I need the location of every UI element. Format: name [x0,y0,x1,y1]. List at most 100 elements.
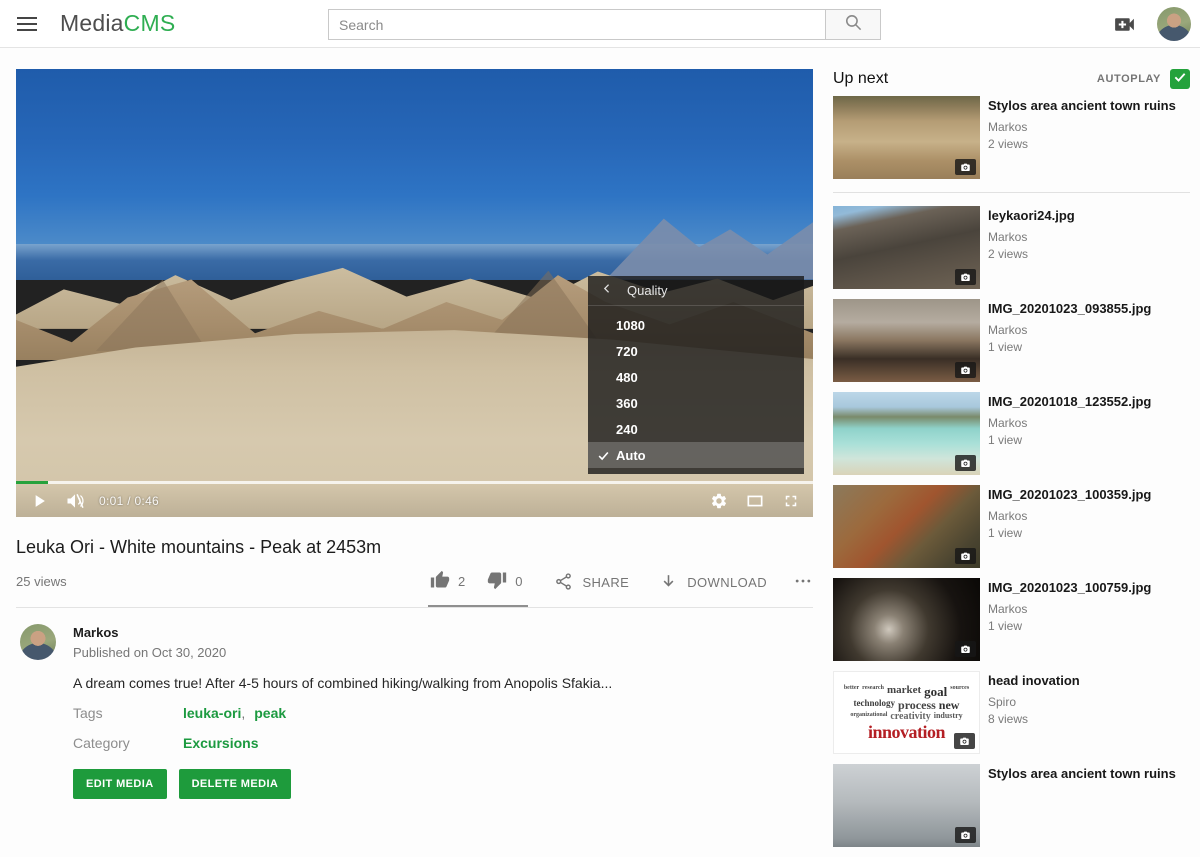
image-type-badge [955,827,976,843]
player-controls: 0:01 / 0:46 [16,484,813,517]
quality-option[interactable]: 1080 [588,312,804,338]
media-thumbnail[interactable]: betterresearchmarketgoalsourcestechnolog… [833,671,980,754]
download-button[interactable]: DOWNLOAD [659,572,767,606]
mute-button[interactable] [65,491,85,511]
search-icon [844,13,863,37]
quality-option[interactable]: 240 [588,416,804,442]
main-column: 0:01 / 0:46 Quality [16,69,813,799]
up-next-item[interactable]: IMG_20201023_093855.jpg Markos 1 view [833,299,1190,382]
quality-menu-back[interactable]: Quality [588,276,804,306]
search-button[interactable] [826,9,881,40]
media-description: A dream comes true! After 4-5 hours of c… [73,675,813,691]
media-thumbnail[interactable] [833,206,980,289]
up-next-item-views: 1 view [988,340,1151,354]
more-icon [793,571,813,594]
quality-option[interactable]: 360 [588,390,804,416]
search-input[interactable] [328,9,826,40]
thumbs-down-icon [487,570,507,593]
up-next-item-title: leykaori24.jpg [988,208,1075,224]
media-thumbnail[interactable] [833,764,980,847]
user-avatar[interactable] [1157,7,1191,41]
up-next-item-title: IMG_20201023_100759.jpg [988,580,1151,596]
tag-separator: , [241,705,245,721]
top-bar: MediaCMS [0,0,1200,48]
media-thumbnail[interactable] [833,96,980,179]
up-next-item[interactable]: leykaori24.jpg Markos 2 views [833,206,1190,289]
app-logo[interactable]: MediaCMS [60,10,175,37]
up-next-item-views: 1 view [988,526,1151,540]
play-button[interactable] [29,491,49,511]
fullscreen-icon [782,492,800,510]
up-next-item-title: Stylos area ancient town ruins [988,98,1176,114]
share-button[interactable]: SHARE [554,572,629,606]
image-type-badge [954,733,975,749]
dislike-button[interactable]: 0 [487,570,522,593]
up-next-item[interactable]: IMG_20201023_100759.jpg Markos 1 view [833,578,1190,661]
autoplay-label: AUTOPLAY [1097,73,1161,85]
quality-menu-title: Quality [627,283,667,298]
author-avatar[interactable] [20,624,56,660]
media-thumbnail[interactable] [833,392,980,475]
up-next-list: Stylos area ancient town ruins Markos 2 … [833,96,1190,847]
category-label: Category [73,735,183,751]
tag-link[interactable]: leuka-ori [183,705,241,721]
up-next-item-views: 8 views [988,712,1080,726]
up-next-item-title: IMG_20201023_093855.jpg [988,301,1151,317]
up-next-item-title: IMG_20201023_100359.jpg [988,487,1151,503]
quality-option-label: 1080 [616,318,645,333]
tag-link[interactable]: peak [254,705,286,721]
media-thumbnail[interactable] [833,485,980,568]
up-next-item-author: Spiro [988,695,1080,709]
more-options-button[interactable] [793,571,813,606]
quality-option[interactable]: 720 [588,338,804,364]
fullscreen-button[interactable] [782,492,800,510]
check-icon [588,397,616,410]
up-next-item-views: 2 views [988,247,1075,261]
edit-media-button[interactable]: EDIT MEDIA [73,769,167,799]
gear-icon [710,492,728,510]
like-button[interactable]: 2 [430,570,465,593]
quality-option-label: Auto [616,448,646,463]
tags-label: Tags [73,705,183,721]
check-icon [588,319,616,332]
up-next-item[interactable]: IMG_20201023_100359.jpg Markos 1 view [833,485,1190,568]
up-next-item-author: Markos [988,230,1075,244]
image-type-badge [955,362,976,378]
upload-media-icon[interactable] [1112,12,1137,42]
up-next-item-views: 1 view [988,433,1151,447]
share-icon [554,572,573,594]
theater-mode-button[interactable] [745,491,765,511]
quality-option[interactable]: 480 [588,364,804,390]
thumbs-up-icon [430,570,450,593]
up-next-sidebar: Up next AUTOPLAY Stylos area ancient tow… [833,69,1190,857]
share-label: SHARE [582,575,629,590]
settings-button[interactable] [710,492,728,510]
up-next-item-title: head inovation [988,673,1080,689]
up-next-item[interactable]: IMG_20201018_123552.jpg Markos 1 view [833,392,1190,475]
up-next-item-author: Markos [988,509,1151,523]
up-next-item-title: IMG_20201018_123552.jpg [988,394,1151,410]
category-link[interactable]: Excursions [183,735,258,751]
check-icon [588,345,616,358]
delete-media-button[interactable]: DELETE MEDIA [179,769,292,799]
quality-option[interactable]: Auto [588,442,804,468]
author-name[interactable]: Markos [73,625,226,640]
menu-icon[interactable] [17,13,39,35]
up-next-item[interactable]: Stylos area ancient town ruins Markos 2 … [833,96,1190,193]
chevron-left-icon [601,282,614,300]
check-icon [588,371,616,384]
up-next-item-views: 2 views [988,137,1176,151]
up-next-item[interactable]: Stylos area ancient town ruins [833,764,1190,847]
media-thumbnail[interactable] [833,578,980,661]
image-type-badge [955,159,976,175]
author-section: Markos Published on Oct 30, 2020 [16,624,813,660]
media-thumbnail[interactable] [833,299,980,382]
quality-option-label: 720 [616,344,638,359]
up-next-item[interactable]: betterresearchmarketgoalsourcestechnolog… [833,671,1190,754]
autoplay-checkbox[interactable] [1170,69,1190,89]
download-label: DOWNLOAD [687,575,767,590]
download-icon [659,572,678,594]
owner-actions: EDIT MEDIA DELETE MEDIA [73,769,813,799]
video-player[interactable]: 0:01 / 0:46 Quality [16,69,813,517]
meta-row: 25 views 2 0 SHARE DOWNLOAD [16,564,813,607]
